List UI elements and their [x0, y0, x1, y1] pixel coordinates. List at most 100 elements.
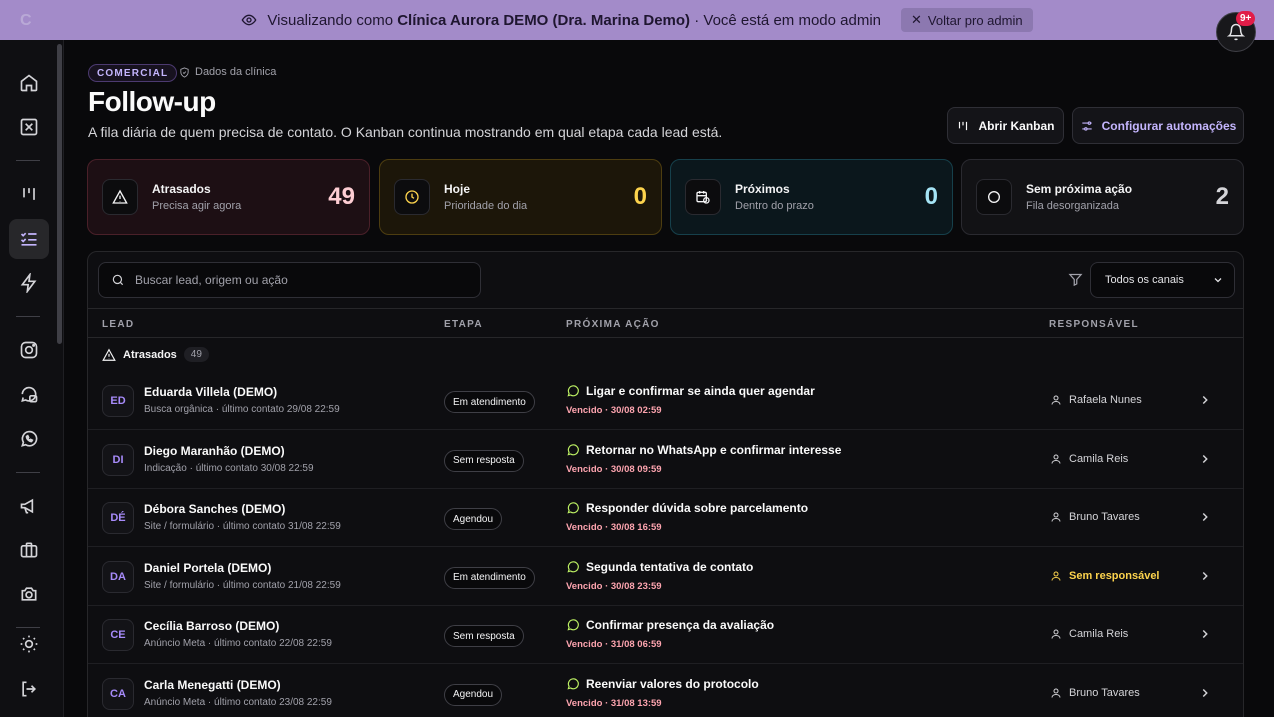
- lead-origin: Busca orgânica · último contato 29/08 22…: [144, 404, 340, 415]
- stage-badge: Em atendimento: [444, 391, 535, 413]
- stat-card-today[interactable]: Hoje Prioridade do dia 0: [379, 159, 662, 235]
- next-action: Ligar e confirmar se ainda quer agendar: [566, 384, 815, 398]
- search-input[interactable]: [135, 273, 465, 287]
- page-subtitle: A fila diária de quem precisa de contato…: [88, 124, 723, 140]
- lead-origin: Anúncio Meta · último contato 23/08 22:5…: [144, 696, 332, 708]
- sun-icon: [20, 635, 38, 653]
- notifications-badge: 9+: [1236, 11, 1256, 26]
- sidebar-item-chat-bot[interactable]: [9, 375, 49, 415]
- next-action-text: Responder dúvida sobre parcelamento: [586, 501, 809, 515]
- follow-up-table: Todos os canais LEAD ETAPA PRÓXIMA AÇÃO …: [87, 251, 1244, 717]
- sidebar-item-services[interactable]: [9, 530, 49, 570]
- chevron-right-icon[interactable]: [1198, 452, 1212, 466]
- column-header-action: PRÓXIMA AÇÃO: [566, 319, 660, 330]
- due-date: Vencido · 31/08 06:59: [566, 639, 662, 650]
- chevron-right-icon[interactable]: [1198, 569, 1212, 583]
- sidebar-item-home[interactable]: [9, 63, 49, 103]
- chevron-right-icon[interactable]: [1198, 510, 1212, 524]
- lead-origin: Site / formulário · último contato 31/08…: [144, 521, 341, 532]
- search-box[interactable]: [98, 262, 481, 298]
- kanban-icon: [23, 188, 35, 200]
- next-action: Retornar no WhatsApp e confirmar interes…: [566, 443, 841, 457]
- sidebar-item-photos[interactable]: [9, 574, 49, 614]
- sidebar-scrollbar[interactable]: [57, 44, 62, 344]
- clinic-data-label: Dados da clínica: [195, 66, 277, 78]
- camera-icon: [21, 587, 37, 601]
- chat-icon: [567, 502, 579, 514]
- lead-origin: Site / formulário · último contato 21/08…: [144, 579, 341, 591]
- configure-automations-label: Configurar automações: [1101, 118, 1237, 133]
- sliders-icon: [1081, 120, 1092, 131]
- open-kanban-button[interactable]: Abrir Kanban: [947, 107, 1064, 144]
- stat-card-upcoming[interactable]: Próximos Dentro do prazo 0: [670, 159, 953, 235]
- stage-badge: Agendou: [444, 683, 503, 706]
- home-icon: [20, 74, 38, 92]
- square-x-icon: [20, 118, 38, 136]
- calendar-clock-icon: [685, 179, 721, 215]
- stat-card-overdue[interactable]: Atrasados Precisa agir agora 49: [87, 159, 370, 235]
- chevron-right-icon[interactable]: [1198, 686, 1212, 700]
- lightning-icon: [20, 273, 37, 293]
- theme-toggle-button[interactable]: [9, 624, 49, 664]
- filter-icon[interactable]: [1068, 272, 1083, 287]
- configure-automations-button[interactable]: Configurar automações: [1072, 107, 1244, 144]
- table-row[interactable]: DA Daniel Portela (DEMO) Site / formulário…: [88, 548, 1243, 606]
- table-row[interactable]: DI Diego Maranhão (DEMO) Indicação · últim…: [88, 431, 1243, 489]
- sidebar: [0, 40, 64, 717]
- owner[interactable]: Bruno Tavares: [1050, 511, 1140, 523]
- sidebar-item-kanban[interactable]: [9, 174, 49, 214]
- owner-name: Camila Reis: [1069, 452, 1129, 465]
- chevron-right-icon[interactable]: [1198, 393, 1212, 407]
- eye-icon: [241, 14, 257, 26]
- stat-value: 49: [328, 183, 355, 210]
- table-row[interactable]: CA Carla Menegatti (DEMO) Anúncio Meta · ú…: [88, 665, 1243, 717]
- close-icon: ✕: [911, 12, 922, 27]
- owner[interactable]: Bruno Tavares: [1050, 687, 1140, 699]
- lead-avatar: DA: [102, 560, 134, 593]
- column-header-lead: LEAD: [102, 319, 135, 330]
- owner[interactable]: Camila Reis: [1050, 453, 1128, 465]
- user-icon: [1051, 629, 1061, 639]
- table-row[interactable]: CE Cecília Barroso (DEMO) Anúncio Meta · ú…: [88, 606, 1243, 664]
- sidebar-item-follow-up[interactable]: [9, 219, 49, 259]
- next-action-text: Ligar e confirmar se ainda quer agendar: [586, 384, 815, 398]
- stat-value: 2: [1215, 183, 1229, 210]
- user-icon: [1051, 395, 1061, 405]
- next-action-text: Segunda tentativa de contato: [586, 559, 754, 574]
- stat-sub: Prioridade do dia: [444, 200, 528, 212]
- chevron-right-icon[interactable]: [1198, 627, 1212, 641]
- user-icon: [1051, 512, 1061, 522]
- sidebar-item-campaigns[interactable]: [9, 486, 49, 526]
- circle-icon: [976, 179, 1012, 215]
- lead-avatar: CA: [102, 677, 134, 710]
- whatsapp-icon: [21, 430, 38, 447]
- sidebar-item-automations[interactable]: [9, 263, 49, 303]
- stat-card-no-next-action[interactable]: Sem próxima ação Fila desorganizada 2: [961, 159, 1244, 235]
- lead-name: Diego Maranhão (DEMO): [144, 443, 285, 458]
- stat-sub: Dentro do prazo: [735, 200, 814, 212]
- section-tag: COMERCIAL: [88, 64, 178, 82]
- user-icon: [1051, 454, 1061, 464]
- chat-icon: [567, 443, 579, 456]
- table-row[interactable]: DÉ Débora Sanches (DEMO) Site / formulário…: [88, 489, 1243, 547]
- banner-prefix: Visualizando como: [267, 11, 394, 29]
- shield-icon: [180, 66, 189, 78]
- table-row[interactable]: ED Eduarda Villela (DEMO) Busca orgânica ·…: [88, 372, 1243, 430]
- logout-button[interactable]: [9, 669, 49, 709]
- sidebar-item-instagram[interactable]: [9, 330, 49, 370]
- sidebar-item-dashboard[interactable]: [9, 107, 49, 147]
- lead-name: Carla Menegatti (DEMO): [144, 677, 281, 692]
- stage-badge: Sem resposta: [444, 449, 524, 472]
- chat-icon: [567, 560, 579, 573]
- owner[interactable]: Sem responsável: [1050, 570, 1160, 582]
- page-title: Follow-up: [88, 86, 216, 117]
- stage-badge: Sem resposta: [444, 625, 524, 647]
- app-logo: C: [20, 12, 32, 29]
- owner[interactable]: Rafaela Nunes: [1050, 394, 1142, 406]
- sidebar-divider: [16, 472, 40, 473]
- clinic-data-link[interactable]: Dados da clínica: [179, 66, 276, 78]
- channel-select[interactable]: Todos os canais: [1090, 262, 1235, 298]
- owner[interactable]: Camila Reis: [1050, 628, 1128, 640]
- sidebar-item-whatsapp[interactable]: [9, 419, 49, 459]
- back-to-admin-button[interactable]: ✕ Voltar pro admin: [901, 8, 1033, 32]
